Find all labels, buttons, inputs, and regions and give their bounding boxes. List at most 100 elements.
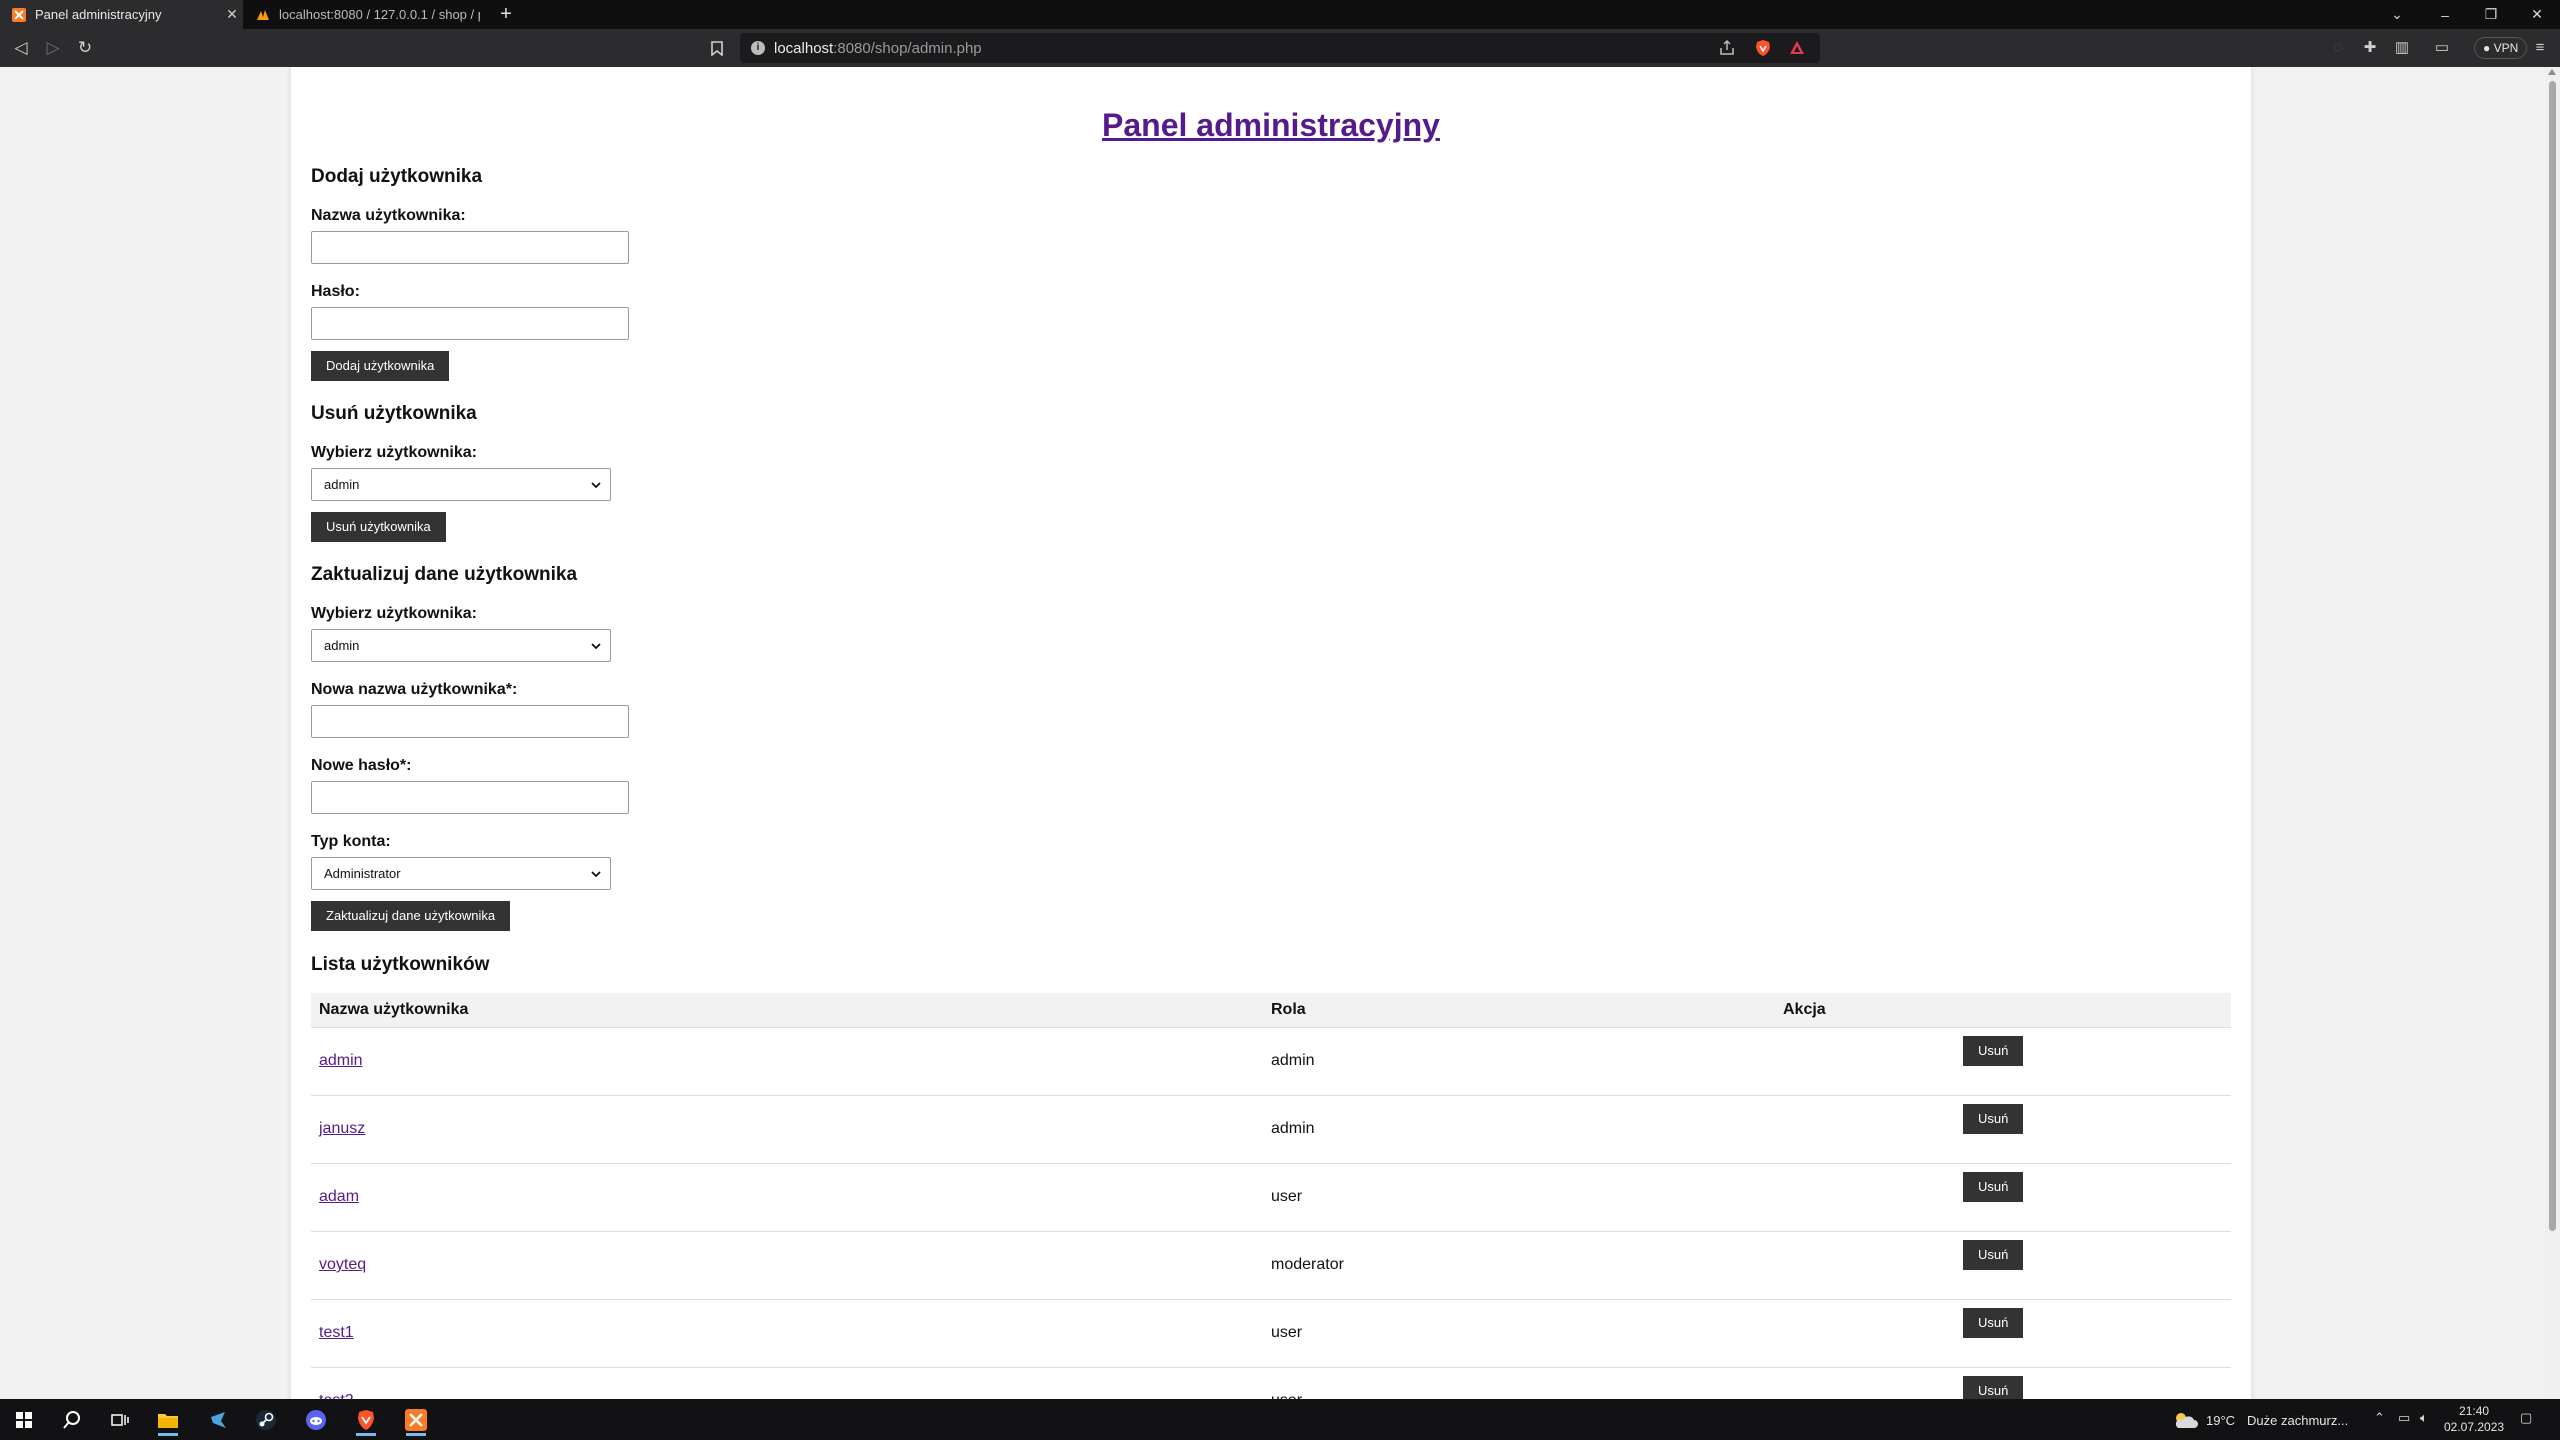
forward-button[interactable]: ▷: [42, 37, 64, 59]
file-explorer-icon[interactable]: [148, 1403, 188, 1436]
select-value: admin: [324, 638, 360, 653]
table-row: adam user Usuń: [311, 1163, 2231, 1232]
weather-temp: 19°C: [2206, 1412, 2236, 1428]
delete-row-button[interactable]: Usuń: [1963, 1171, 2024, 1202]
brave-rewards-icon[interactable]: [1788, 39, 1806, 57]
active-app-indicator: [406, 1433, 426, 1436]
brave-browser-icon[interactable]: [346, 1403, 386, 1436]
username-link[interactable]: admin: [311, 1027, 1263, 1096]
table-header-row: Nazwa użytkownika Rola Akcja: [311, 993, 2231, 1028]
weather-cloud-icon: [2175, 1413, 2198, 1428]
username-link[interactable]: test2: [311, 1367, 1263, 1399]
new-tab-button[interactable]: +: [495, 3, 517, 25]
steam-icon[interactable]: [246, 1403, 286, 1436]
role-cell: user: [1263, 1163, 1775, 1232]
share-icon[interactable]: [1718, 39, 1736, 57]
add-user-heading: Dodaj użytkownika: [311, 166, 483, 187]
discord-icon[interactable]: [296, 1403, 336, 1436]
update-user-button[interactable]: Zaktualizuj dane użytkownika: [311, 901, 511, 931]
update-user-select[interactable]: admin: [311, 629, 611, 662]
tray-overflow-chevron-icon[interactable]: ⌃: [2374, 1410, 2385, 1426]
delete-row-button[interactable]: Usuń: [1963, 1307, 2024, 1338]
url-text: localhost:8080/shop/admin.php: [774, 40, 982, 57]
chevron-down-icon: [591, 481, 601, 488]
username-link[interactable]: voyteq: [311, 1231, 1263, 1300]
browser-tab-bar: Panel administracyjny ✕ localhost:8080 /…: [0, 0, 2560, 29]
table-row: test2 user Usuń: [311, 1367, 2231, 1399]
username-input[interactable]: [311, 231, 629, 264]
close-tab-icon[interactable]: ✕: [221, 6, 243, 23]
column-header-username: Nazwa użytkownika: [311, 993, 1263, 1028]
windows-start-icon[interactable]: [4, 1403, 44, 1436]
sidebar-icon[interactable]: ▥: [2392, 38, 2412, 58]
task-view-icon[interactable]: [100, 1403, 140, 1436]
select-value: admin: [324, 477, 360, 492]
password-input[interactable]: [311, 307, 629, 340]
users-table: Nazwa użytkownika Rola Akcja admin admin…: [311, 993, 2231, 1399]
action-cell: Usuń: [1775, 1095, 2231, 1164]
system-clock[interactable]: 21:40 02.07.2023: [2444, 1403, 2504, 1435]
vpn-button[interactable]: ● VPN: [2474, 37, 2528, 59]
volume-icon[interactable]: 🔈︎: [2420, 1410, 2428, 1426]
delete-row-button[interactable]: Usuń: [1963, 1035, 2024, 1066]
weather-description: Duże zachmurz...: [2247, 1412, 2349, 1428]
chevron-down-icon: [591, 870, 601, 877]
action-cell: Usuń: [1775, 1367, 2231, 1399]
tab-title: localhost:8080 / 127.0.0.1 / shop / pro: [279, 7, 480, 22]
bookmark-icon[interactable]: [706, 37, 728, 59]
notifications-icon[interactable]: ▢: [2520, 1410, 2532, 1426]
python-app-icon[interactable]: [198, 1403, 238, 1436]
extensions-icon[interactable]: ✚: [2360, 38, 2380, 58]
account-type-select[interactable]: Administrator: [311, 857, 611, 890]
clock-date: 02.07.2023: [2444, 1420, 2505, 1434]
restore-button[interactable]: ❐: [2468, 0, 2514, 29]
wallet-status-icon[interactable]: ◌: [2328, 38, 2348, 58]
delete-row-button[interactable]: Usuń: [1963, 1375, 2024, 1399]
page-title[interactable]: Panel administracyjny: [311, 107, 2231, 144]
wallet-icon[interactable]: ▭: [2432, 38, 2452, 58]
search-icon[interactable]: [52, 1403, 92, 1436]
address-bar[interactable]: i localhost:8080/shop/admin.php: [740, 33, 1820, 63]
active-app-indicator: [158, 1433, 178, 1436]
menu-icon[interactable]: ≡: [2530, 38, 2550, 58]
delete-user-select[interactable]: admin: [311, 468, 611, 501]
role-cell: user: [1263, 1367, 1775, 1399]
account-type-label: Typ konta:: [311, 833, 391, 850]
username-link[interactable]: adam: [311, 1163, 1263, 1232]
network-icon[interactable]: ▭: [2398, 1410, 2410, 1426]
tab-admin-panel[interactable]: Panel administracyjny ✕: [0, 0, 243, 29]
back-button[interactable]: ◁: [10, 37, 32, 59]
tab-list-chevron-icon[interactable]: ⌄: [2374, 0, 2420, 29]
weather-widget[interactable]: 19°C Duże zachmurz...: [2172, 1407, 2348, 1433]
delete-row-button[interactable]: Usuń: [1963, 1239, 2024, 1270]
browser-toolbar: ◁ ▷ ↻ i localhost:8080/shop/admin.php ◌ …: [0, 29, 2560, 67]
delete-user-button[interactable]: Usuń użytkownika: [311, 512, 446, 542]
role-cell: moderator: [1263, 1231, 1775, 1300]
new-password-input[interactable]: [311, 781, 629, 814]
scroll-up-arrow-icon[interactable]: [2548, 69, 2556, 75]
page-viewport: Panel administracyjny Dodaj użytkownika …: [0, 67, 2545, 1399]
site-info-icon[interactable]: i: [751, 41, 765, 55]
password-label: Hasło:: [311, 283, 360, 300]
new-username-input[interactable]: [311, 705, 629, 738]
page-scrollbar[interactable]: [2545, 67, 2560, 1399]
active-app-indicator: [356, 1433, 376, 1436]
scrollbar-thumb[interactable]: [2549, 81, 2556, 1231]
windows-taskbar: 19°C Duże zachmurz... ⌃ ▭ 🔈︎ 21:40 02.07…: [0, 1399, 2560, 1440]
update-select-label: Wybierz użytkownika:: [311, 605, 477, 622]
table-row: janusz admin Usuń: [311, 1095, 2231, 1164]
delete-row-button[interactable]: Usuń: [1963, 1103, 2024, 1134]
column-header-action: Akcja: [1775, 993, 2231, 1028]
tab-phpmyadmin[interactable]: localhost:8080 / 127.0.0.1 / shop / pro: [244, 0, 480, 29]
username-link[interactable]: test1: [311, 1299, 1263, 1368]
close-window-button[interactable]: ✕: [2514, 0, 2560, 29]
delete-user-heading: Usuń użytkownika: [311, 403, 477, 424]
reload-button[interactable]: ↻: [74, 37, 96, 59]
tab-title: Panel administracyjny: [35, 7, 162, 22]
minimize-button[interactable]: –: [2422, 0, 2468, 29]
username-link[interactable]: janusz: [311, 1095, 1263, 1164]
xampp-icon[interactable]: [396, 1403, 436, 1436]
clock-time: 21:40: [2459, 1404, 2490, 1418]
add-user-button[interactable]: Dodaj użytkownika: [311, 351, 450, 381]
brave-shields-icon[interactable]: [1754, 39, 1772, 57]
